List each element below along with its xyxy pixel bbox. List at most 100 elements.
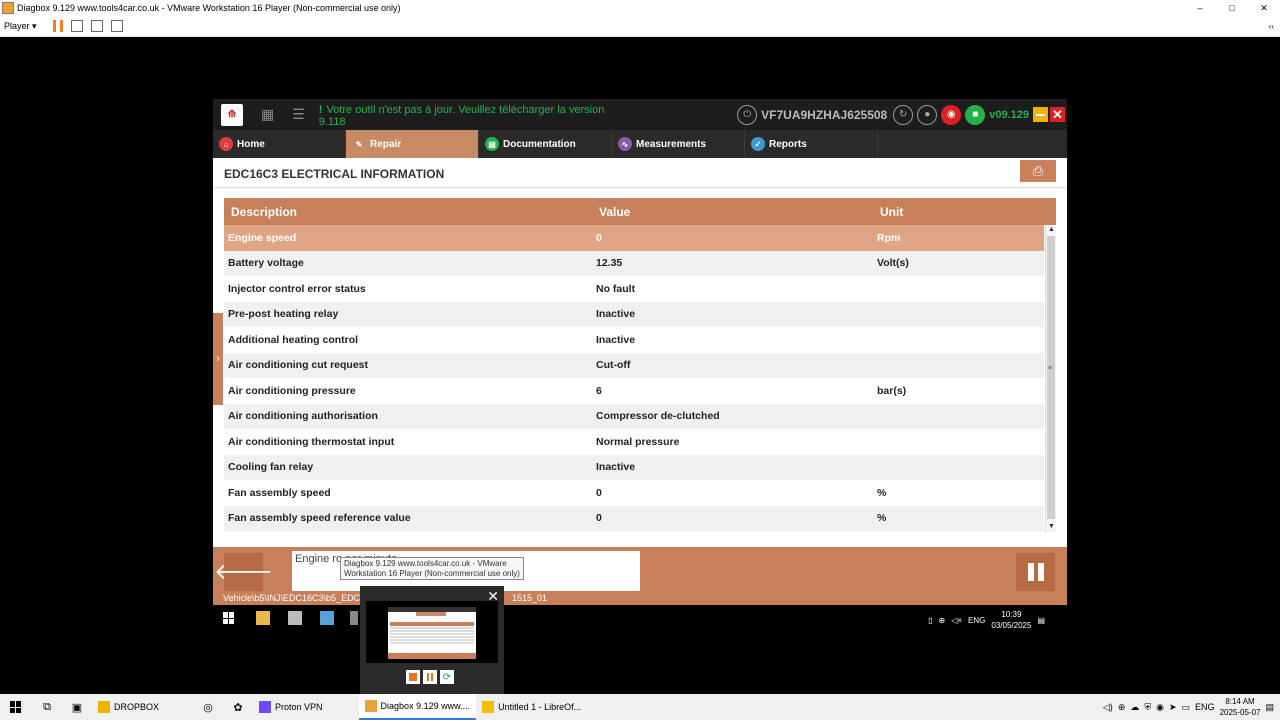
tab-documentation[interactable]: ▤ Documentation xyxy=(479,130,612,158)
taskbar-app-protonvpn[interactable]: Proton VPN xyxy=(253,694,329,720)
documentation-icon: ▤ xyxy=(485,137,499,151)
volume-icon[interactable]: ◁× xyxy=(951,616,962,625)
main-nav: ⌂ Home ✎ Repair ▤ Documentation ∿ Measur… xyxy=(213,130,1067,158)
diagbox-taskbar-icon[interactable] xyxy=(320,611,334,625)
network-icon[interactable]: ⊕ xyxy=(939,616,946,625)
send-ctrl-alt-del-icon[interactable] xyxy=(70,20,83,32)
folder-icon xyxy=(98,701,110,713)
tab-reports[interactable]: ✓ Reports xyxy=(745,130,878,158)
start-button[interactable] xyxy=(0,694,32,720)
notification-icon[interactable]: ▤ xyxy=(1037,616,1045,625)
guest-start-icon[interactable] xyxy=(223,612,235,624)
volume-icon[interactable]: ◁) xyxy=(1103,702,1113,713)
cloud-icon[interactable]: ☁ xyxy=(1130,702,1139,713)
table-row[interactable]: Additional heating control Inactive xyxy=(224,327,1044,353)
back-button[interactable]: 🡐 xyxy=(214,553,273,591)
print-button[interactable]: ⎙ xyxy=(1020,160,1056,182)
table-row[interactable]: Pre-post heating relay Inactive xyxy=(224,301,1044,327)
taskbar-thumbnail-preview[interactable]: ✕ ⟳ xyxy=(360,586,504,694)
table-row[interactable]: Air conditioning authorisation Compressor… xyxy=(224,403,1044,429)
host-taskbar: ⧉ ▣ DROPBOX ◎ ✿ Proton VPN Diagbox 9.129… xyxy=(0,694,1280,720)
host-clock[interactable]: 8:14 AM 2025-05-07 xyxy=(1220,696,1261,718)
tab-home[interactable]: ⌂ Home xyxy=(213,130,346,158)
user-icon[interactable]: ● xyxy=(917,104,938,125)
side-panel-toggle[interactable]: › xyxy=(213,313,223,405)
cell-description: Cooling fan relay xyxy=(228,461,314,474)
task-view-icon[interactable]: ⧉ xyxy=(32,694,62,720)
taskbar-app-label: Diagbox 9.129 www.... xyxy=(380,701,471,711)
guest-clock[interactable]: 10:39 03/05/2025 xyxy=(991,609,1031,631)
close-button[interactable]: ✕ xyxy=(1248,3,1280,14)
maximize-button[interactable]: □ xyxy=(1216,3,1248,13)
table-scrollbar[interactable]: ▲ ≡ ▼ xyxy=(1045,225,1056,532)
cell-value: Cut-off xyxy=(596,359,631,372)
lock-icon[interactable]: ■ xyxy=(965,104,986,125)
cell-value: 0 xyxy=(596,512,602,525)
table-row[interactable]: Air conditioning cut request Cut-off xyxy=(224,352,1044,378)
browser-icon[interactable]: ◎ xyxy=(193,694,223,720)
pause-button[interactable] xyxy=(1016,553,1055,591)
column-header-unit[interactable]: Unit xyxy=(873,205,1043,219)
taskbar-app-libreoffice[interactable]: Untitled 1 - LibreOf... xyxy=(476,694,587,720)
copilot-icon[interactable]: ✿ xyxy=(223,694,253,720)
thumbnail-screen[interactable] xyxy=(366,601,498,663)
refresh-icon[interactable]: ↻ xyxy=(893,104,914,125)
scroll-thumb[interactable] xyxy=(1047,236,1055,519)
table-row[interactable]: Engine speed 0 Rpm xyxy=(224,225,1044,251)
update-warning-text: Votre outil n'est pas à jour. Veuillez t… xyxy=(318,103,605,128)
table-row[interactable]: Battery voltage 12.35 Volt(s) xyxy=(224,250,1044,276)
wifi-icon[interactable]: ◉ xyxy=(941,104,962,125)
table-row[interactable]: Fan assembly speed 0% xyxy=(224,480,1044,506)
table-row[interactable]: Air conditioning thermostat input Normal … xyxy=(224,429,1044,455)
cell-description: Fan assembly speed reference value xyxy=(228,512,411,525)
ecu-path-suffix: 1515_01 xyxy=(512,593,548,603)
column-header-value[interactable]: Value xyxy=(592,205,873,219)
taskbar-app-diagbox[interactable]: Diagbox 9.129 www.... xyxy=(358,694,477,720)
language-indicator[interactable]: ENG xyxy=(1195,702,1215,712)
column-header-description[interactable]: Description xyxy=(224,205,592,219)
home-icon: ⌂ xyxy=(219,137,233,151)
scroll-down-icon[interactable]: ▼ xyxy=(1046,522,1056,532)
app-icon[interactable] xyxy=(288,611,302,625)
battery-icon[interactable]: ▭ xyxy=(1182,702,1191,713)
stop-icon[interactable] xyxy=(406,670,420,684)
app-icon[interactable]: ▣ xyxy=(62,694,92,720)
list-menu-icon[interactable]: ☰ xyxy=(292,106,305,123)
power-icon[interactable]: ⏻ xyxy=(737,104,758,125)
notification-icon[interactable]: ▤ xyxy=(1265,702,1274,713)
restart-icon[interactable]: ⟳ xyxy=(440,670,454,684)
tab-label: Repair xyxy=(370,138,402,150)
table-row[interactable]: Fan assembly speed reference value 0% xyxy=(224,505,1044,531)
pause-icon[interactable] xyxy=(423,670,437,684)
vm-window-titlebar: Diagbox 9.129 www.tools4car.co.uk - VMwa… xyxy=(0,0,1280,16)
collapse-toolbar-icon[interactable]: ‹‹ xyxy=(1269,22,1274,31)
cell-description: Battery voltage xyxy=(228,257,304,270)
tab-repair[interactable]: ✎ Repair xyxy=(346,130,479,158)
table-row[interactable]: Air conditioning pressure 6 bar(s) xyxy=(224,378,1044,404)
shield-icon[interactable]: ⛨ xyxy=(1144,702,1151,713)
unity-icon[interactable] xyxy=(110,20,123,32)
fullscreen-icon[interactable] xyxy=(90,20,103,32)
tab-measurements[interactable]: ∿ Measurements xyxy=(612,130,745,158)
language-indicator[interactable]: ENG xyxy=(968,616,985,625)
taskbar-app-dropbox[interactable]: DROPBOX xyxy=(92,694,165,720)
cell-description: Air conditioning thermostat input xyxy=(228,435,395,448)
table-row[interactable]: Cooling fan relay Inactive xyxy=(224,454,1044,480)
vm-pause-icon[interactable] xyxy=(52,20,63,32)
minimize-button[interactable]: – xyxy=(1184,3,1216,13)
app-minimize-button[interactable] xyxy=(1033,107,1048,122)
app-icon[interactable] xyxy=(350,611,358,625)
taskbar-app-label: Proton VPN xyxy=(275,702,323,712)
usb-icon[interactable]: ▯ xyxy=(928,616,932,625)
network-icon[interactable]: ⊕ xyxy=(1118,702,1126,713)
table-row[interactable]: Injector control error status No fault xyxy=(224,276,1044,302)
grid-menu-icon[interactable]: ▦ xyxy=(261,106,274,123)
table-body: Engine speed 0 Rpm Battery voltage 12.35 Volt… xyxy=(224,225,1056,532)
scroll-up-icon[interactable]: ▲ xyxy=(1046,225,1056,235)
file-explorer-icon[interactable] xyxy=(256,611,270,625)
app-close-button[interactable]: ✕ xyxy=(1050,107,1065,122)
telegram-icon[interactable]: ➤ xyxy=(1169,702,1177,713)
player-menu[interactable]: Player ▾ xyxy=(4,21,37,32)
cell-unit: % xyxy=(877,486,887,499)
chrome-icon[interactable]: ◉ xyxy=(1156,702,1164,713)
